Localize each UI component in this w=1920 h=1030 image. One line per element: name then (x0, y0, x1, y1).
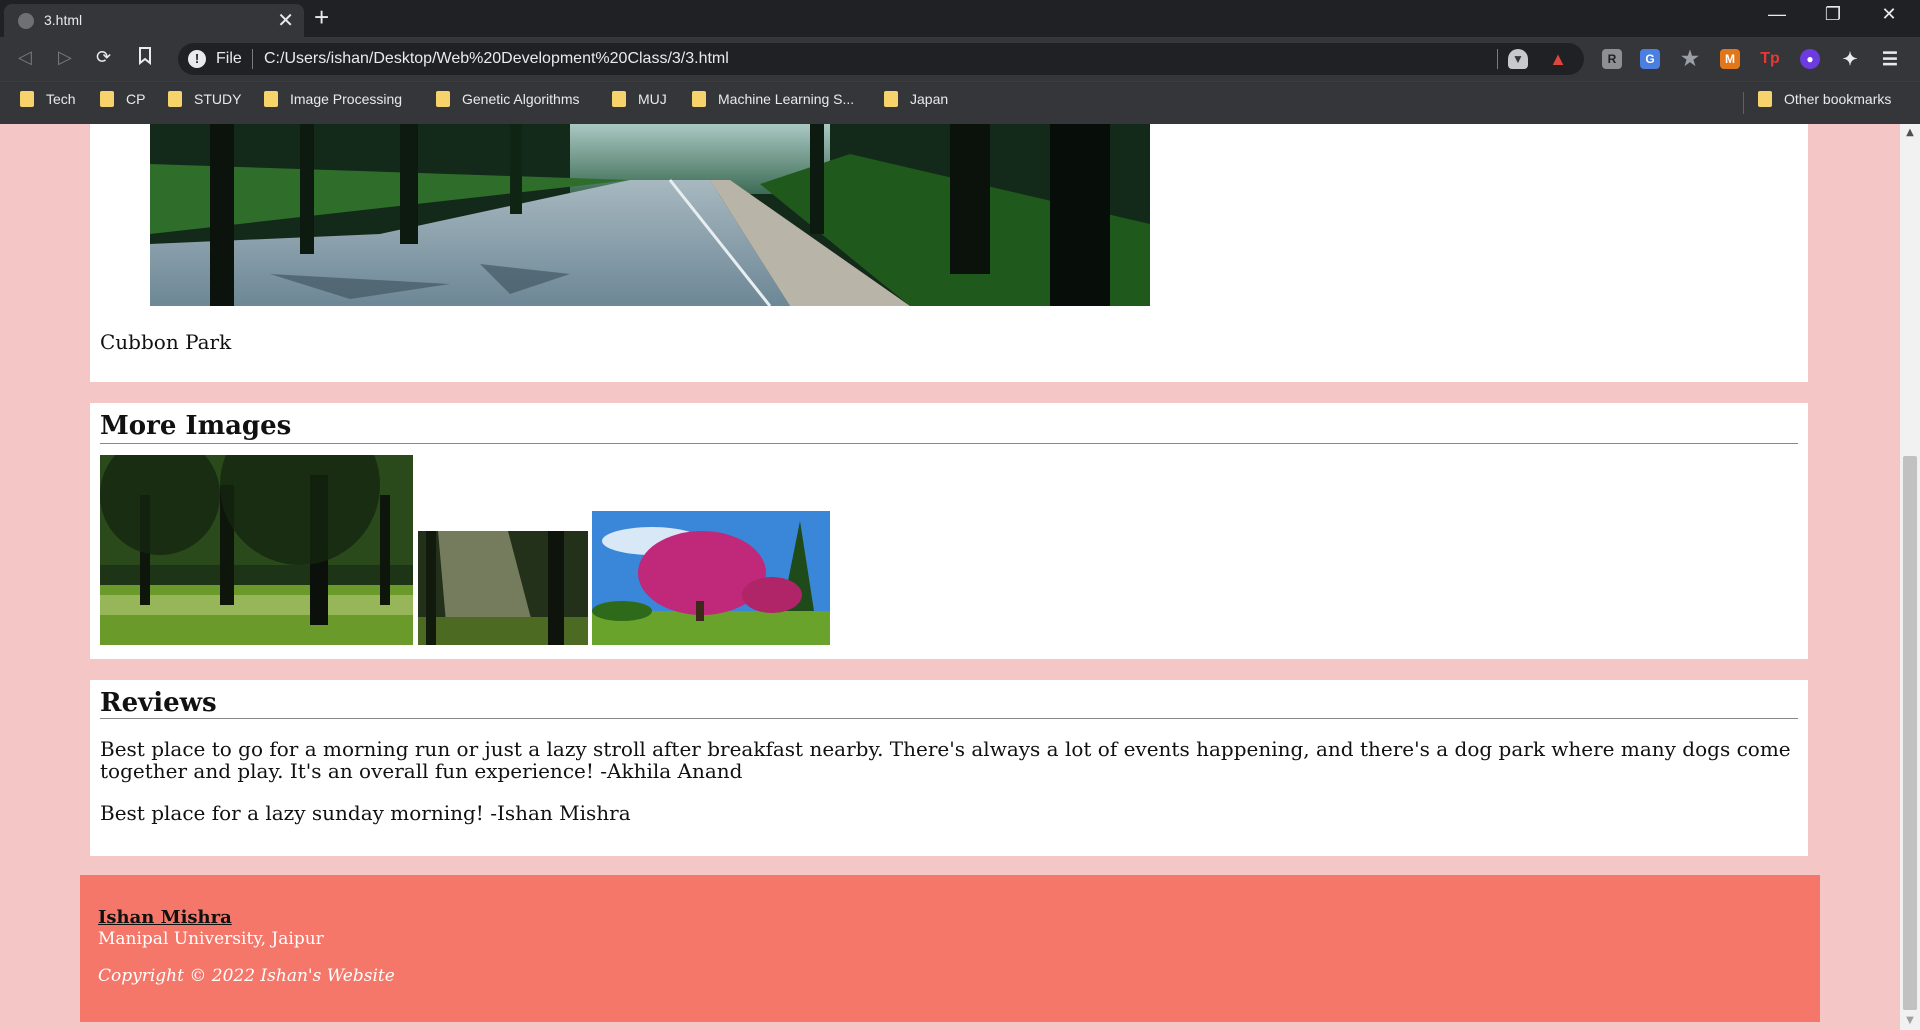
extension-purple-icon[interactable]: ● (1800, 49, 1820, 69)
bookmark-folder[interactable]: Tech (20, 91, 76, 113)
gallery-image-sunrays (418, 531, 588, 645)
more-images-heading: More Images (100, 411, 292, 441)
other-bookmarks[interactable]: Other bookmarks (1758, 91, 1891, 113)
tab-close-icon[interactable]: ✕ (277, 8, 294, 33)
folder-icon (20, 91, 34, 107)
gallery-image-pink-tree (592, 511, 830, 645)
more-images-card: More Images (90, 403, 1808, 659)
globe-icon (18, 13, 34, 29)
folder-icon (264, 91, 278, 107)
minimize-icon[interactable]: — (1754, 4, 1800, 25)
bookmark-folder[interactable]: STUDY (168, 91, 241, 113)
url-text[interactable]: C:/Users/ishan/Desktop/Web%20Development… (264, 50, 729, 68)
scroll-down-arrow-icon[interactable]: ▼ (1900, 1012, 1920, 1030)
tab-strip: 3.html ✕ + — ❐ ✕ (0, 0, 1920, 37)
tab-title: 3.html (44, 12, 83, 28)
bookmark-icon[interactable] (138, 47, 152, 70)
folder-icon (436, 91, 450, 107)
footer-author-link[interactable]: Ishan Mishra (98, 907, 232, 928)
folder-icon (100, 91, 114, 107)
folder-icon (692, 91, 706, 107)
back-icon[interactable]: ◁ (18, 47, 32, 68)
brave-rewards-icon[interactable]: ▲ (1548, 49, 1568, 69)
extensions-puzzle-icon[interactable]: ✦ (1840, 49, 1860, 69)
folder-icon (168, 91, 182, 107)
bookmark-folder[interactable]: MUJ (612, 91, 667, 113)
omnibox-divider-right (1497, 49, 1498, 69)
page-footer: Ishan Mishra Manipal University, Jaipur … (80, 875, 1820, 1022)
reviews-heading: Reviews (100, 688, 217, 718)
bookmark-folder[interactable]: Japan (884, 91, 948, 113)
park-card: Cubbon Park (90, 124, 1808, 382)
folder-icon (612, 91, 626, 107)
page-viewport: Cubbon Park More Images Reviews Best pla… (0, 124, 1900, 1030)
extension-r-icon[interactable]: R (1602, 49, 1622, 69)
bookmark-folder[interactable]: Image Processing (264, 91, 402, 113)
translate-icon[interactable]: G (1640, 49, 1660, 69)
scroll-up-arrow-icon[interactable]: ▲ (1900, 124, 1920, 142)
reload-icon[interactable]: ⟳ (96, 47, 111, 68)
folder-icon (1758, 91, 1772, 107)
bookmark-folder[interactable]: CP (100, 91, 145, 113)
brave-shield-icon[interactable]: ▼ (1508, 49, 1528, 69)
browser-chrome: 3.html ✕ + — ❐ ✕ ◁ ▷ ⟳ ! File C:/Users/i… (0, 0, 1920, 124)
bookmarks-divider (1743, 92, 1744, 114)
site-info-icon[interactable]: ! (188, 50, 206, 68)
metamask-icon[interactable]: M (1720, 49, 1740, 69)
footer-university: Manipal University, Jaipur (98, 929, 324, 949)
scheme-label: File (216, 50, 242, 67)
gallery-image-trees (100, 455, 413, 645)
park-caption: Cubbon Park (100, 330, 232, 354)
scrollbar-thumb[interactable] (1903, 456, 1917, 1010)
reviews-card: Reviews Best place to go for a morning r… (90, 680, 1808, 856)
tab-active[interactable]: 3.html ✕ (4, 4, 304, 37)
vertical-scrollbar[interactable]: ▲ ▼ (1900, 124, 1920, 1030)
folder-icon (884, 91, 898, 107)
heading-underline (100, 718, 1798, 719)
bookmarks-bar: Tech CP STUDY Image Processing Genetic A… (0, 81, 1920, 124)
bookmark-folder[interactable]: Machine Learning S... (692, 91, 854, 113)
heading-underline (100, 443, 1798, 444)
address-bar[interactable]: ! File C:/Users/ishan/Desktop/Web%20Deve… (178, 43, 1584, 75)
review-text: Best place to go for a morning run or ju… (100, 737, 1791, 783)
restore-icon[interactable]: ❐ (1810, 4, 1856, 25)
window-close-icon[interactable]: ✕ (1866, 4, 1912, 25)
park-photo (150, 124, 1150, 306)
menu-icon[interactable]: ☰ (1880, 49, 1900, 69)
star-icon[interactable]: ★ (1680, 49, 1700, 69)
review-text: Best place for a lazy sunday morning! -I… (100, 801, 631, 825)
toolbar: ◁ ▷ ⟳ ! File C:/Users/ishan/Desktop/Web%… (0, 37, 1920, 81)
bookmark-folder[interactable]: Genetic Algorithms (436, 91, 580, 113)
omnibox-divider (252, 49, 253, 69)
new-tab-button[interactable]: + (314, 2, 329, 33)
tp-extension-icon[interactable]: Tp (1760, 49, 1780, 69)
forward-icon[interactable]: ▷ (58, 47, 72, 68)
footer-copyright: Copyright © 2022 Ishan's Website (98, 966, 395, 986)
